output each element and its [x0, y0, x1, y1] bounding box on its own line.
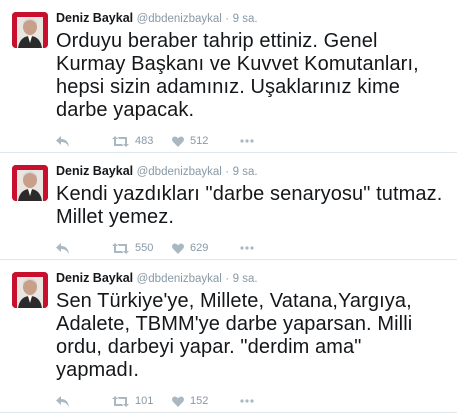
tweet-text: Orduyu beraber tahrip ettiniz. Genel Kur… [56, 30, 419, 121]
retweet-icon [112, 395, 129, 407]
avatar[interactable] [12, 12, 48, 48]
retweet-button[interactable]: 101 [112, 395, 172, 407]
tweet[interactable]: Deniz Baykal @dbdenizbaykal · 9 sa. Ordu… [0, 0, 457, 153]
like-count: 152 [190, 395, 209, 407]
timestamp[interactable]: 9 sa. [233, 273, 258, 285]
tweet-actions: 483 512 [56, 130, 449, 152]
avatar[interactable] [12, 165, 48, 201]
separator: · [225, 166, 230, 178]
tweet-header: Deniz Baykal @dbdenizbaykal · 9 sa. [56, 10, 449, 27]
reply-icon [56, 135, 69, 147]
reply-icon [56, 242, 69, 254]
heart-icon [172, 243, 184, 254]
tweet-text: Kendi yazdıkları "darbe senaryosu" tutma… [56, 183, 443, 228]
tweet-header: Deniz Baykal @dbdenizbaykal · 9 sa. [56, 163, 449, 180]
more-button[interactable] [240, 139, 254, 143]
username[interactable]: @dbdenizbaykal [137, 273, 222, 285]
timestamp[interactable]: 9 sa. [233, 13, 258, 25]
fullname[interactable]: Deniz Baykal [56, 11, 133, 25]
reply-icon [56, 395, 69, 407]
more-button[interactable] [240, 399, 254, 403]
heart-icon [172, 136, 184, 147]
like-count: 512 [190, 135, 209, 147]
more-dots-icon [240, 139, 254, 143]
tweet-header: Deniz Baykal @dbdenizbaykal · 9 sa. [56, 270, 449, 287]
retweet-count: 550 [135, 242, 154, 254]
separator: · [225, 13, 230, 25]
more-button[interactable] [240, 246, 254, 250]
fullname[interactable]: Deniz Baykal [56, 271, 133, 285]
retweet-icon [112, 242, 129, 254]
timeline: Deniz Baykal @dbdenizbaykal · 9 sa. Ordu… [0, 0, 457, 413]
more-dots-icon [240, 399, 254, 403]
username[interactable]: @dbdenizbaykal [137, 166, 222, 178]
tweet[interactable]: Deniz Baykal @dbdenizbaykal · 9 sa. Sen … [0, 260, 457, 413]
retweet-count: 483 [135, 135, 154, 147]
heart-icon [172, 396, 184, 407]
tweet[interactable]: Deniz Baykal @dbdenizbaykal · 9 sa. Kend… [0, 153, 457, 260]
reply-button[interactable] [56, 242, 112, 254]
tweet-actions: 101 152 [56, 390, 449, 412]
retweet-button[interactable]: 483 [112, 135, 172, 147]
retweet-icon [112, 135, 129, 147]
retweet-button[interactable]: 550 [112, 242, 172, 254]
fullname[interactable]: Deniz Baykal [56, 164, 133, 178]
more-dots-icon [240, 246, 254, 250]
like-button[interactable]: 152 [172, 395, 232, 407]
like-button[interactable]: 629 [172, 242, 232, 254]
avatar[interactable] [12, 272, 48, 308]
reply-button[interactable] [56, 395, 112, 407]
timestamp[interactable]: 9 sa. [233, 166, 258, 178]
retweet-count: 101 [135, 395, 154, 407]
separator: · [225, 273, 230, 285]
reply-button[interactable] [56, 135, 112, 147]
like-button[interactable]: 512 [172, 135, 232, 147]
tweet-actions: 550 629 [56, 237, 449, 259]
username[interactable]: @dbdenizbaykal [137, 13, 222, 25]
like-count: 629 [190, 242, 209, 254]
tweet-text: Sen Türkiye'ye, Millete, Vatana,Yargıya,… [56, 290, 413, 381]
